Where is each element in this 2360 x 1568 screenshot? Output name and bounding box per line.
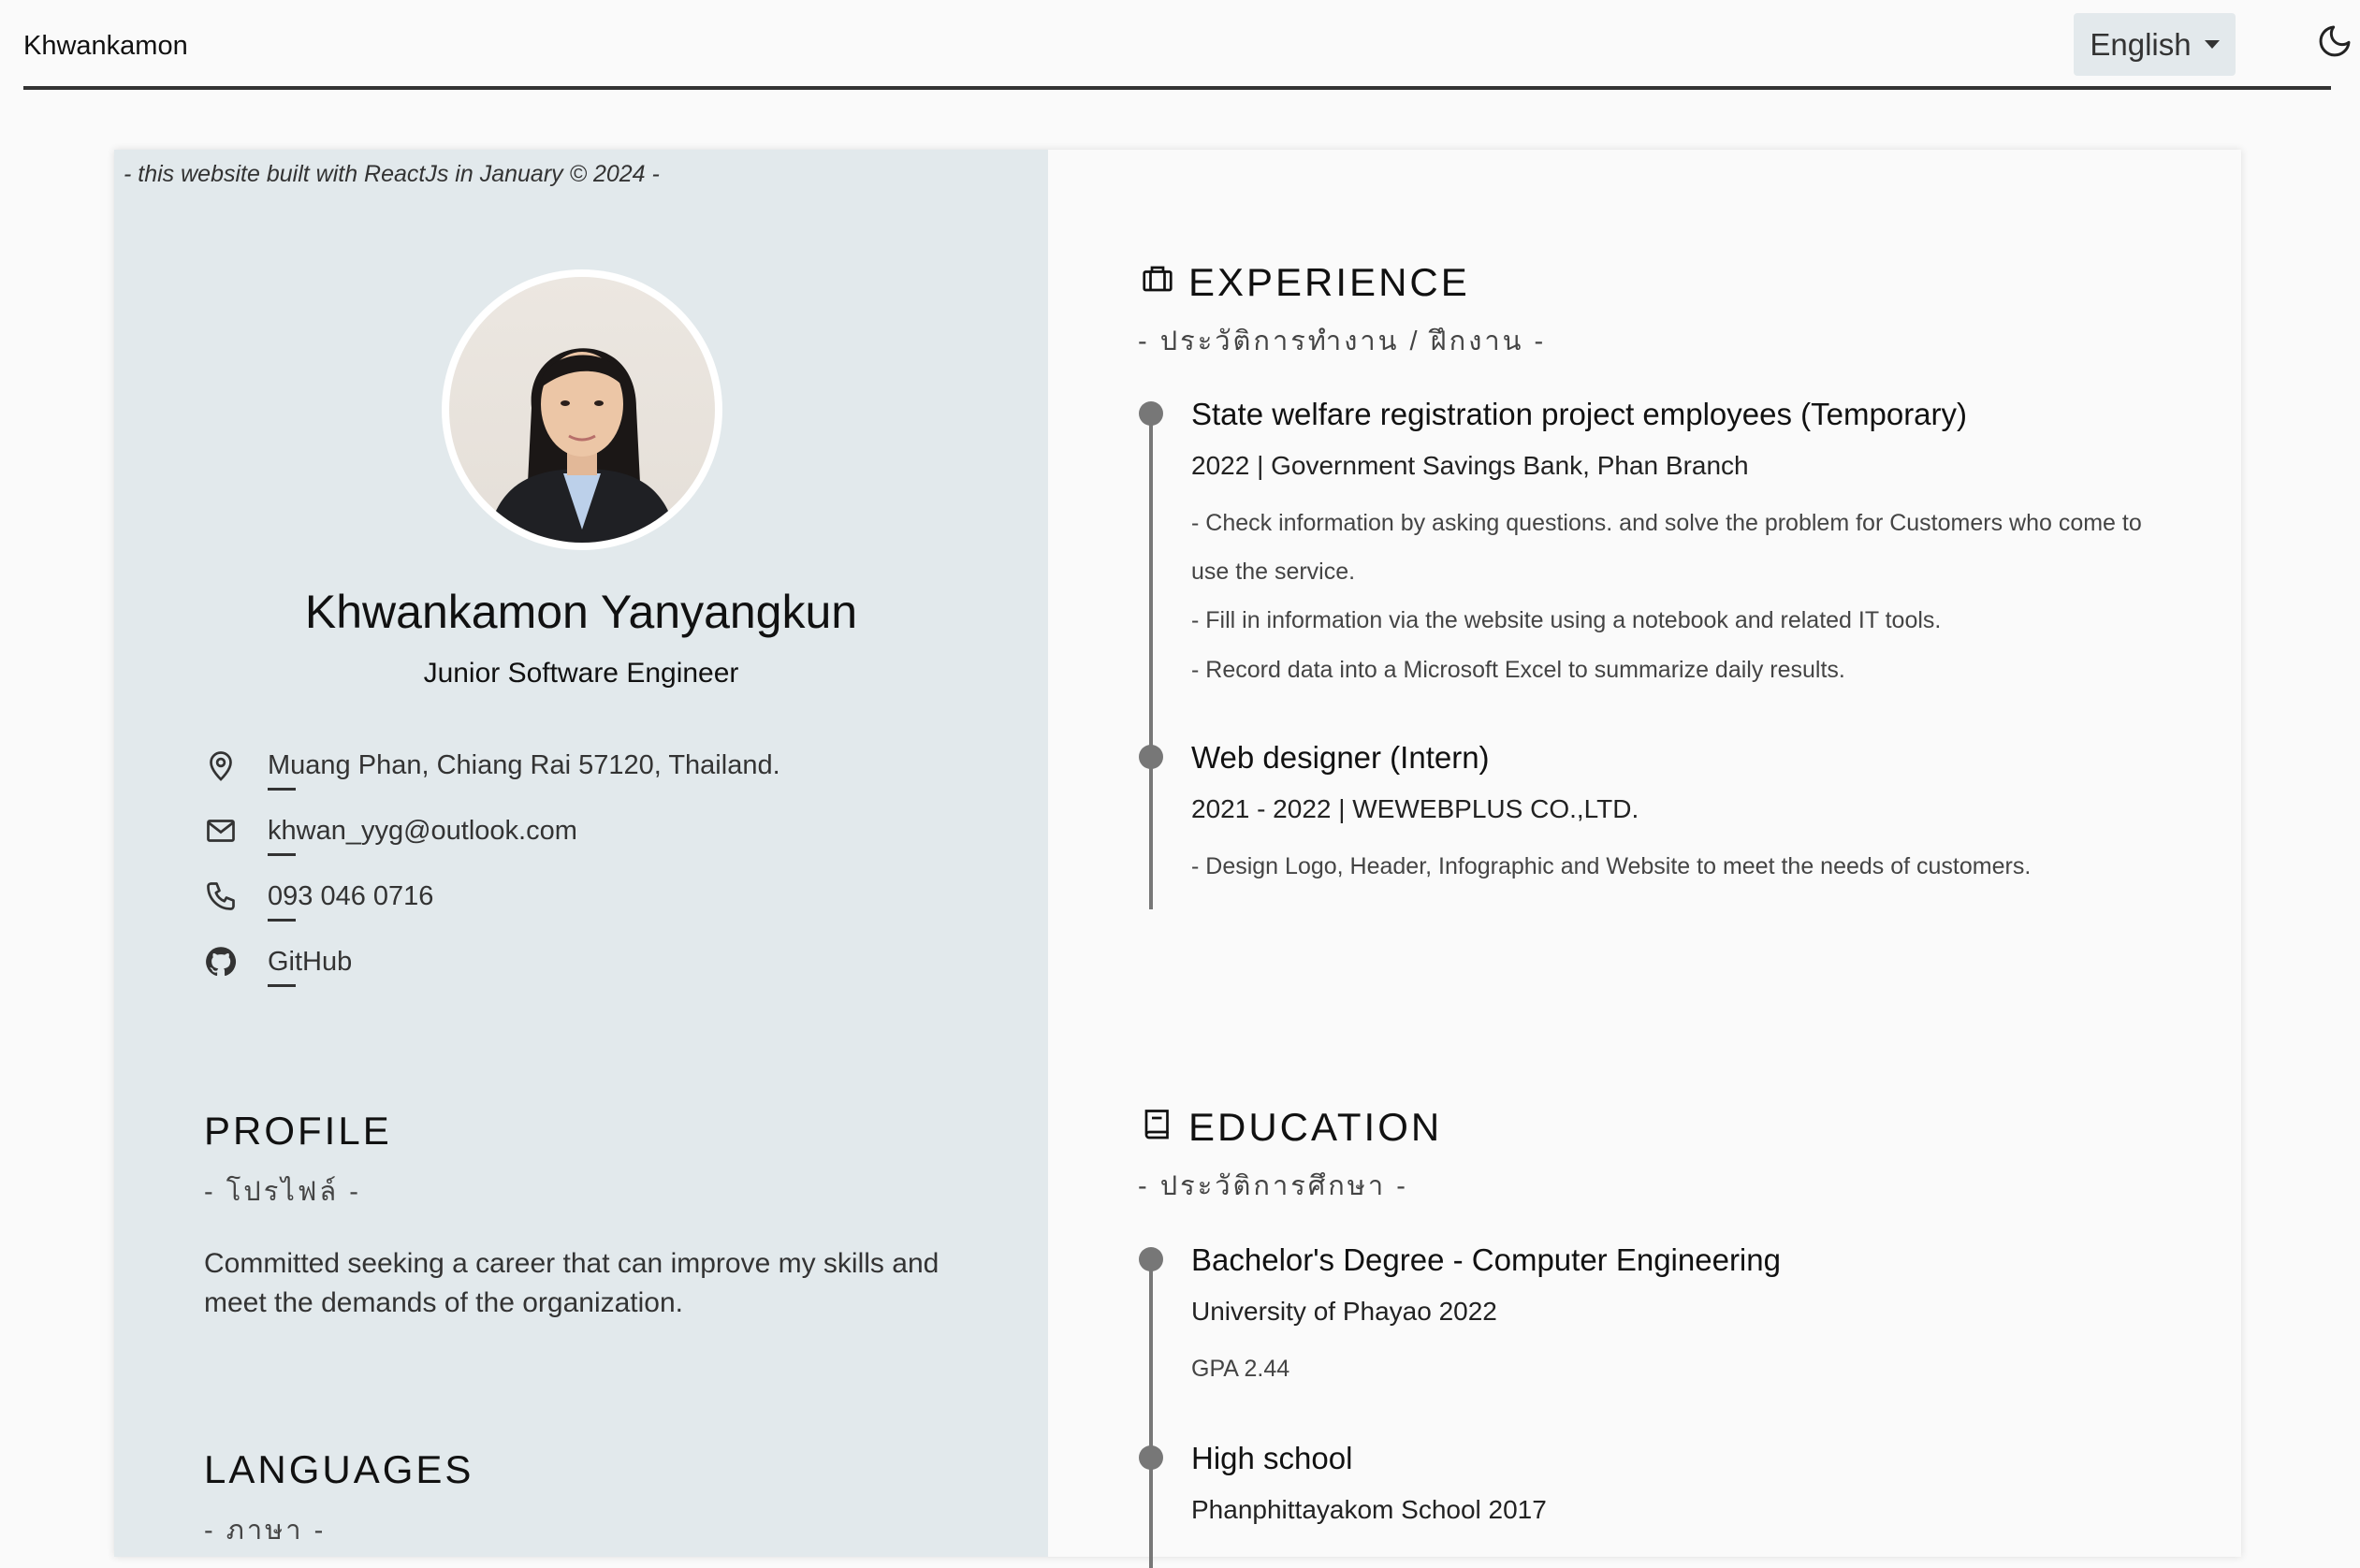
experience-subheading: - ประวัติการทำงาน / ฝึกงาน -	[1138, 327, 1547, 356]
profile-heading: PROFILE	[204, 1109, 392, 1153]
languages-heading: LANGUAGES	[204, 1447, 474, 1491]
experience-item-title: State welfare registration project emplo…	[1191, 397, 1968, 431]
github-icon	[206, 947, 237, 977]
profile-photo	[449, 277, 715, 543]
github-link[interactable]: GitHub	[268, 947, 352, 987]
mail-icon	[207, 820, 235, 842]
experience-item-detail: - Design Logo, Header, Infographic and W…	[1191, 853, 2032, 879]
education-item-title: High school	[1191, 1441, 1353, 1475]
experience-item-detail: - Fill in information via the website us…	[1191, 607, 1942, 633]
education-item-subtitle: University of Phayao 2022	[1191, 1297, 1497, 1326]
contact-email: khwan_yyg@outlook.com	[204, 814, 577, 856]
email-link[interactable]: khwan_yyg@outlook.com	[268, 816, 577, 856]
education-item-subtitle: Phanphittayakom School 2017	[1191, 1495, 1547, 1524]
profile-subheading: - โปรไฟล์ -	[204, 1177, 361, 1207]
moon-icon[interactable]	[2316, 22, 2353, 60]
profile-text: Committed seeking a career that can impr…	[204, 1248, 940, 1318]
timeline-dot	[1139, 745, 1163, 769]
briefcase-icon	[1143, 266, 1173, 292]
contact-github: GitHub	[204, 945, 352, 987]
education-subheading: - ประวัติการศึกษา -	[1138, 1171, 1408, 1201]
education-timeline-line	[1149, 1259, 1153, 1568]
contact-phone: 093 046 0716	[204, 879, 433, 922]
experience-heading: EXPERIENCE	[1188, 260, 1470, 304]
education-item-detail: GPA 2.44	[1191, 1356, 1290, 1382]
experience-timeline-line	[1149, 414, 1153, 909]
address-text[interactable]: Muang Phan, Chiang Rai 57120, Thailand.	[268, 750, 780, 791]
built-note: - this website built with ReactJs in Jan…	[124, 161, 660, 187]
map-pin-icon	[210, 751, 232, 781]
experience-item-subtitle: 2021 - 2022 | WEWEBPLUS CO.,LTD.	[1191, 794, 1639, 823]
education-heading: EDUCATION	[1188, 1105, 1443, 1149]
avatar	[442, 269, 722, 550]
book-icon	[1144, 1110, 1169, 1140]
education-item-title: Bachelor's Degree - Computer Engineering	[1191, 1242, 1781, 1277]
phone-icon	[207, 882, 235, 910]
resume-sidebar: - this website built with ReactJs in Jan…	[114, 150, 1048, 1557]
caret-down-icon	[2204, 40, 2220, 49]
experience-item-subtitle: 2022 | Government Savings Bank, Phan Bra…	[1191, 451, 1749, 480]
resume-card: - this website built with ReactJs in Jan…	[114, 150, 2241, 1568]
phone-link[interactable]: 093 046 0716	[268, 881, 433, 922]
experience-item-detail: - Record data into a Microsoft Excel to …	[1191, 657, 1845, 683]
timeline-dot	[1139, 1445, 1163, 1470]
language-dropdown-label: English	[2090, 26, 2192, 62]
resume-main: EXPERIENCE - ประวัติการทำงาน / ฝึกงาน - …	[1048, 150, 2241, 1568]
experience-item-detail: - Check information by asking questions.…	[1191, 510, 2142, 585]
contact-address: Muang Phan, Chiang Rai 57120, Thailand.	[204, 748, 780, 791]
timeline-dot	[1139, 1247, 1163, 1271]
experience-item-title: Web designer (Intern)	[1191, 740, 1490, 775]
language-dropdown[interactable]: English	[2074, 13, 2236, 76]
job-title: Junior Software Engineer	[423, 658, 739, 689]
timeline-dot	[1139, 401, 1163, 426]
top-navbar: Khwankamon English	[23, 0, 2351, 90]
full-name: Khwankamon Yanyangkun	[304, 586, 858, 638]
languages-subheading: - ภาษา -	[204, 1516, 327, 1546]
navbar-brand[interactable]: Khwankamon	[23, 31, 188, 62]
